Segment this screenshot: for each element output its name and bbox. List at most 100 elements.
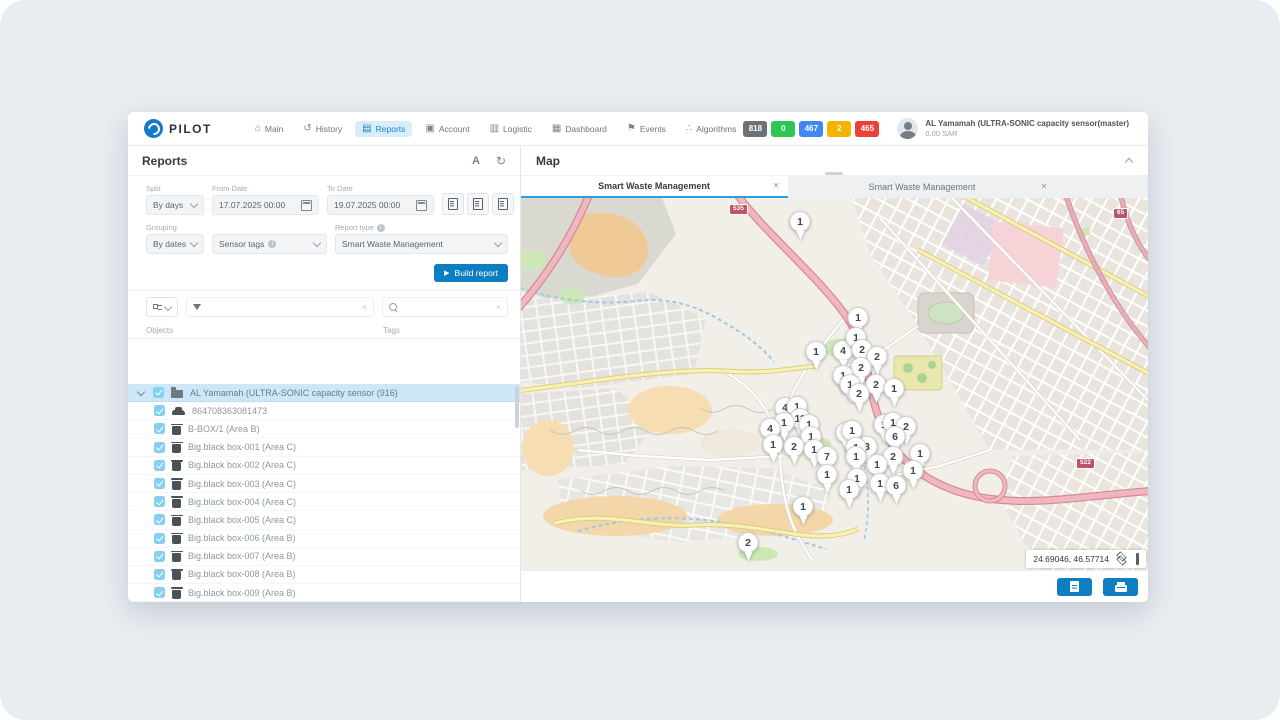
collapse-panel-icon[interactable]: [1125, 158, 1133, 166]
selection-mode-button[interactable]: [146, 297, 178, 317]
object-list-item[interactable]: Big.black box-007 (Area B): [128, 548, 520, 566]
clear-filter-icon[interactable]: ×: [362, 303, 367, 312]
object-group-row[interactable]: AL Yamamah (ULTRA-SONIC capacity sensor …: [128, 384, 520, 402]
tab-smart-waste-1[interactable]: Smart Waste Management ×: [520, 176, 788, 198]
map-markers: 1114122211221411111411214131112671211111…: [520, 198, 1148, 570]
close-tab-icon[interactable]: ×: [1041, 182, 1047, 193]
nav-logistic[interactable]: ▥Logistic: [483, 121, 539, 137]
calendar-icon[interactable]: [416, 200, 427, 211]
object-checkbox[interactable]: [154, 587, 165, 598]
nav-algorithms[interactable]: ∴Algorithms: [679, 121, 744, 137]
report-template-button-3[interactable]: [492, 193, 514, 215]
grouping-select[interactable]: By dates: [146, 234, 204, 254]
tab-smart-waste-2[interactable]: Smart Waste Management ×: [788, 176, 1056, 198]
sensor-tags-select[interactable]: Sensor tags i: [212, 234, 327, 254]
map-cluster-marker[interactable]: 1: [790, 211, 811, 232]
object-list-item[interactable]: B-BOX/1 (Area B): [128, 420, 520, 438]
map-layers-icon[interactable]: [1116, 553, 1129, 565]
object-checkbox[interactable]: [154, 405, 165, 416]
map-cluster-marker[interactable]: 2: [738, 532, 759, 553]
map-cluster-marker[interactable]: 1: [839, 479, 860, 500]
to-date-input[interactable]: 19.07.2025 00:00: [327, 195, 434, 215]
document-icon: [448, 198, 458, 210]
object-checkbox[interactable]: [154, 442, 165, 453]
object-checkbox[interactable]: [154, 496, 165, 507]
object-checkbox[interactable]: [154, 569, 165, 580]
status-badge-red[interactable]: 465: [855, 121, 879, 137]
logistic-icon: ▥: [490, 124, 499, 134]
brand-name: PILOT: [169, 122, 212, 136]
map-cluster-marker[interactable]: 1: [846, 446, 867, 467]
object-list-item[interactable]: Big.black box-008 (Area B): [128, 566, 520, 584]
status-badge-green[interactable]: 0: [771, 121, 795, 137]
nav-dashboard[interactable]: ▦Dashboard: [545, 121, 614, 137]
nav-main[interactable]: ⌂Main: [248, 121, 290, 137]
font-size-icon[interactable]: A: [472, 155, 480, 167]
brand-logo[interactable]: PILOT: [144, 119, 212, 138]
checklist-icon: [153, 303, 162, 311]
calendar-icon[interactable]: [301, 200, 312, 211]
export-map-button[interactable]: [1057, 578, 1092, 596]
object-list-item[interactable]: Big.black box-004 (Area C): [128, 493, 520, 511]
map-cluster-marker[interactable]: 1: [884, 378, 905, 399]
clear-search-icon[interactable]: ×: [496, 303, 501, 312]
play-icon: ▶: [444, 269, 449, 277]
nav-account[interactable]: ▣Account: [418, 121, 476, 137]
user-block[interactable]: AL Yamamah (ULTRA-SONIC capacity sensor(…: [897, 118, 1129, 139]
report-type-select[interactable]: Smart Waste Management: [335, 234, 508, 254]
object-list-item[interactable]: Big.black box-005 (Area C): [128, 511, 520, 529]
map-cluster-marker[interactable]: 2: [849, 383, 870, 404]
status-badges: 818 0 467 2 465: [743, 121, 879, 137]
object-checkbox[interactable]: [154, 423, 165, 434]
status-badge-gray[interactable]: 818: [743, 121, 767, 137]
nav-events[interactable]: ⚑Events: [620, 121, 673, 137]
split-select[interactable]: By days: [146, 195, 204, 215]
group-checkbox[interactable]: [153, 387, 164, 398]
map-cluster-marker[interactable]: 1: [793, 496, 814, 517]
close-tab-icon[interactable]: ×: [773, 181, 779, 192]
map-cluster-marker[interactable]: 1: [806, 341, 827, 362]
dashboard-icon: ▦: [552, 124, 561, 134]
map-cluster-marker[interactable]: 1: [867, 454, 888, 475]
report-template-button-2[interactable]: [467, 193, 489, 215]
object-checkbox[interactable]: [154, 551, 165, 562]
filter-funnel-icon: [193, 304, 201, 310]
object-checkbox[interactable]: [154, 514, 165, 525]
filter-input[interactable]: ×: [186, 297, 374, 317]
object-list-item[interactable]: Big.black box-009 (Area B): [128, 584, 520, 602]
object-checkbox[interactable]: [154, 533, 165, 544]
object-checkbox[interactable]: [154, 460, 165, 471]
status-badge-blue[interactable]: 467: [799, 121, 823, 137]
object-name: Big.black box-002 (Area C): [188, 460, 296, 470]
map-cluster-marker[interactable]: 1: [903, 460, 924, 481]
search-input[interactable]: ×: [382, 297, 508, 317]
splitter-grip[interactable]: [825, 172, 843, 175]
object-list-item[interactable]: 864708363081473: [128, 402, 520, 420]
nav-reports[interactable]: ▤Reports: [355, 121, 412, 137]
print-map-button[interactable]: [1103, 578, 1138, 596]
map-footer: [520, 570, 1148, 602]
object-list-item[interactable]: Big.black box-003 (Area C): [128, 475, 520, 493]
map-cluster-marker[interactable]: 2: [784, 436, 805, 457]
map-canvas[interactable]: 535 65 522 11141222112214111114112141311…: [520, 198, 1148, 570]
object-list-item[interactable]: Big.black box-006 (Area B): [128, 530, 520, 548]
tree-expand-icon[interactable]: [137, 387, 145, 395]
object-name: Big.black box-008 (Area B): [188, 569, 296, 579]
nav-history[interactable]: ↺History: [296, 121, 349, 137]
map-ruler-icon[interactable]: [1136, 553, 1139, 565]
map-cluster-marker[interactable]: 1: [763, 434, 784, 455]
object-list-item[interactable]: Big.black box-001 (Area C): [128, 439, 520, 457]
object-name: Big.black box-003 (Area C): [188, 479, 296, 489]
map-cluster-marker[interactable]: 6: [885, 426, 906, 447]
map-cluster-marker[interactable]: 1: [848, 307, 869, 328]
map-cluster-marker[interactable]: 1: [817, 464, 838, 485]
build-report-button[interactable]: ▶ Build report: [434, 264, 508, 282]
report-template-button-1[interactable]: [442, 193, 464, 215]
from-date-input[interactable]: 17.07.2025 00:00: [212, 195, 319, 215]
object-list-item[interactable]: Big.black box-002 (Area C): [128, 457, 520, 475]
object-checkbox[interactable]: [154, 478, 165, 489]
list-scrollbar[interactable]: [515, 386, 519, 428]
status-badge-yellow[interactable]: 2: [827, 121, 851, 137]
refresh-icon[interactable]: ↻: [496, 154, 506, 168]
map-cluster-marker[interactable]: 6: [886, 475, 907, 496]
